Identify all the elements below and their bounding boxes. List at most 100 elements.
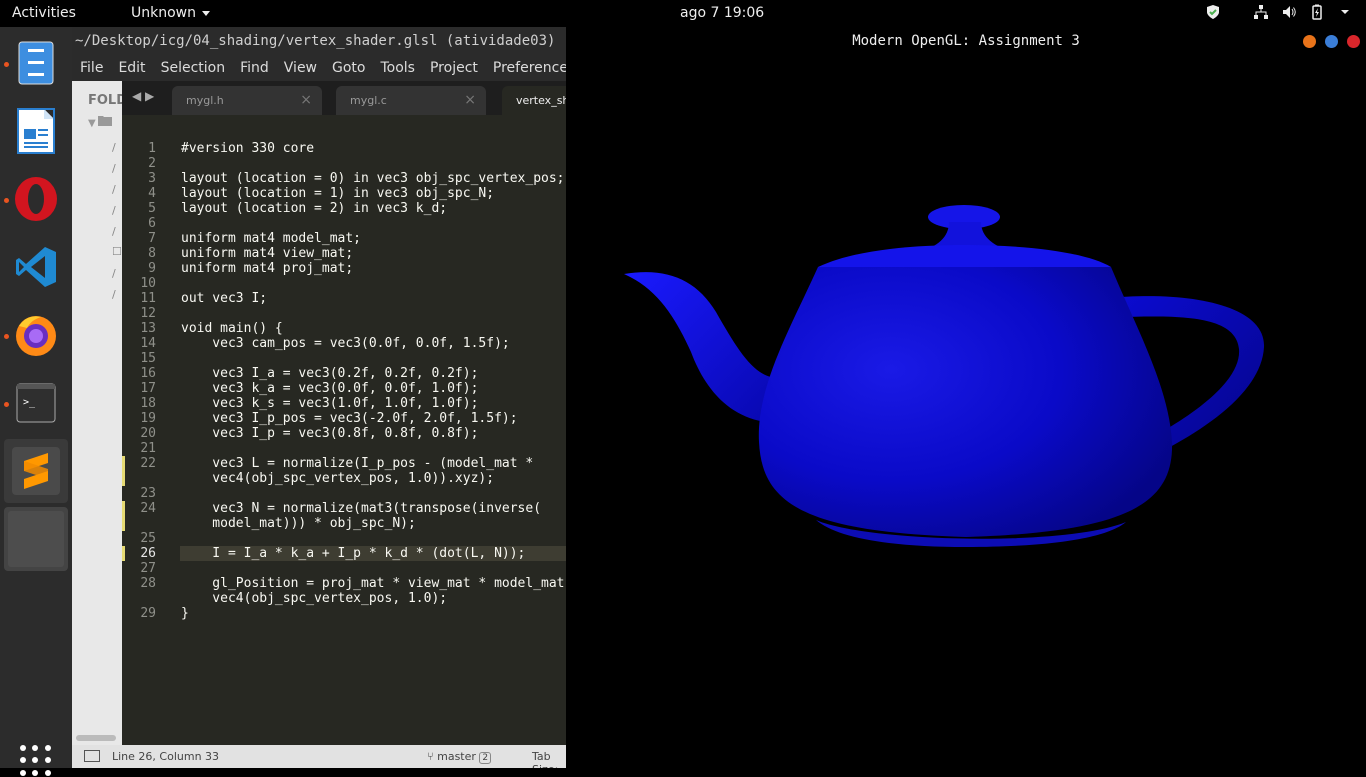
code-line[interactable]: layout (location = 1) in vec3 obj_spc_N; (181, 186, 494, 201)
line-number: 6 (148, 216, 156, 231)
show-apps-icon[interactable] (20, 745, 52, 777)
dock-opera[interactable] (4, 167, 68, 231)
volume-icon[interactable] (1280, 4, 1298, 22)
code-line[interactable]: vec3 I_p_pos = vec3(-2.0f, 2.0f, 1.5f); (181, 411, 517, 426)
shield-icon[interactable] (1204, 4, 1222, 22)
line-number: 26 (140, 546, 156, 561)
top-bar: Activities Unknown ago 7 19:06 (0, 0, 1366, 27)
dock-window-thumbnail[interactable] (4, 507, 68, 571)
git-branch[interactable]: ⑂ master 2 (427, 750, 492, 764)
code-line[interactable]: out vec3 I; (181, 291, 267, 306)
menu-view[interactable]: View (284, 55, 317, 81)
battery-icon[interactable] (1308, 4, 1326, 22)
terminal-icon: >_ (16, 383, 56, 423)
code-line[interactable]: } (181, 606, 189, 621)
sidebar: FOLDERS ▼ / / / / / ☐ / / (72, 81, 155, 745)
line-number: 7 (148, 231, 156, 246)
sidebar-item[interactable]: / (112, 183, 116, 196)
tab-mygl-c[interactable]: mygl.c × (336, 86, 486, 115)
code-line[interactable]: vec4(obj_spc_vertex_pos, 1.0); (181, 591, 447, 606)
code-line[interactable]: I = I_a * k_a + I_p * k_d * (dot(L, N)); (181, 546, 525, 561)
system-tray[interactable] (1204, 4, 1354, 22)
sidebar-item[interactable]: / (112, 162, 116, 175)
dock-sublime[interactable] (4, 439, 68, 503)
sidebar-item[interactable]: / (112, 225, 116, 238)
opengl-window: Modern OpenGL: Assignment 3 (566, 27, 1366, 768)
clock[interactable]: ago 7 19:06 (680, 5, 764, 21)
chevron-down-icon[interactable]: ▼ (88, 118, 96, 129)
cursor-position[interactable]: Line 26, Column 33 (112, 750, 219, 763)
dock-firefox[interactable] (4, 303, 68, 367)
sidebar-item[interactable]: / (112, 141, 116, 154)
window-title[interactable]: ~/Desktop/icg/04_shading/vertex_shader.g… (72, 27, 566, 55)
dock-terminal[interactable]: >_ (4, 371, 68, 435)
line-number: 23 (140, 486, 156, 501)
tab-size[interactable]: Tab Size: 4 (532, 750, 566, 768)
tab-label: mygl.c (350, 94, 387, 107)
chevron-down-icon[interactable] (1336, 4, 1354, 22)
chevron-down-icon (202, 10, 210, 16)
code-line[interactable]: vec3 k_a = vec3(0.0f, 0.0f, 1.0f); (181, 381, 478, 396)
code-line[interactable]: uniform mat4 model_mat; (181, 231, 361, 246)
tab-nav-arrows[interactable]: ◀ ▶ (132, 89, 154, 103)
line-number: 25 (140, 531, 156, 546)
code-line[interactable]: layout (location = 2) in vec3 k_d; (181, 201, 447, 216)
menu-selection[interactable]: Selection (161, 55, 226, 81)
network-icon[interactable] (1252, 4, 1270, 22)
menu-tools[interactable]: Tools (380, 55, 415, 81)
tab-bar: ◀ ▶ mygl.h × mygl.c × vertex_shader.glsl (122, 81, 566, 115)
sidebar-item[interactable]: / (112, 204, 116, 217)
close-icon[interactable]: × (300, 86, 312, 115)
sidebar-item[interactable]: / (112, 267, 116, 280)
dock-files[interactable] (4, 31, 68, 95)
menu-file[interactable]: File (80, 55, 103, 81)
line-number: 4 (148, 186, 156, 201)
code-line[interactable]: vec3 I_p = vec3(0.8f, 0.8f, 0.8f); (181, 426, 478, 441)
app-menu[interactable]: Unknown (131, 5, 210, 21)
line-number: 20 (140, 426, 156, 441)
code-line[interactable]: model_mat))) * obj_spc_N); (181, 516, 416, 531)
code-line[interactable]: vec3 L = normalize(I_p_pos - (model_mat … (181, 456, 533, 471)
code-line[interactable]: gl_Position = proj_mat * view_mat * mode… (181, 576, 566, 591)
sidebar-item[interactable]: / (112, 288, 116, 301)
vscode-icon (16, 247, 56, 287)
sublime-icon (12, 447, 60, 495)
menu-goto[interactable]: Goto (332, 55, 365, 81)
menu-edit[interactable]: Edit (118, 55, 145, 81)
line-number: 24 (140, 501, 156, 516)
code-line[interactable]: vec4(obj_spc_vertex_pos, 1.0)).xyz); (181, 471, 494, 486)
code-line[interactable]: layout (location = 0) in vec3 obj_spc_ve… (181, 171, 565, 186)
sidebar-scrollbar[interactable] (76, 735, 116, 741)
teapot (624, 205, 1265, 547)
menu-bar: File Edit Selection Find View Goto Tools… (72, 55, 566, 81)
menu-project[interactable]: Project (430, 55, 478, 81)
app-menu-label: Unknown (131, 5, 196, 21)
render-canvas[interactable] (566, 27, 1366, 768)
line-number: 21 (140, 441, 156, 456)
branch-name: master (437, 750, 476, 763)
line-number: 12 (140, 306, 156, 321)
tray-spacer (1232, 4, 1242, 22)
code-line[interactable]: void main() { (181, 321, 283, 336)
sidebar-item[interactable]: ☐ (112, 245, 122, 258)
line-number: 3 (148, 171, 156, 186)
code-line[interactable]: uniform mat4 proj_mat; (181, 261, 353, 276)
activities-button[interactable]: Activities (12, 5, 76, 21)
folder-icon (98, 115, 112, 129)
menu-find[interactable]: Find (240, 55, 269, 81)
close-icon[interactable]: × (464, 86, 476, 115)
dock-vscode[interactable] (4, 235, 68, 299)
code-line[interactable]: vec3 N = normalize(mat3(transpose(invers… (181, 501, 541, 516)
code-line[interactable]: uniform mat4 view_mat; (181, 246, 353, 261)
monitor-icon[interactable] (84, 750, 100, 762)
menu-preferences[interactable]: Preferences (493, 55, 566, 81)
tab-mygl-h[interactable]: mygl.h × (172, 86, 322, 115)
dock-writer[interactable] (4, 99, 68, 163)
tab-vertex-shader[interactable]: vertex_shader.glsl (502, 86, 566, 115)
code-line[interactable]: #version 330 core (181, 141, 314, 156)
code-line[interactable]: vec3 I_a = vec3(0.2f, 0.2f, 0.2f); (181, 366, 478, 381)
files-icon (18, 41, 54, 85)
code-area[interactable]: #version 330 core layout (location = 0) i… (180, 115, 566, 745)
code-line[interactable]: vec3 k_s = vec3(1.0f, 1.0f, 1.0f); (181, 396, 478, 411)
code-line[interactable]: vec3 cam_pos = vec3(0.0f, 0.0f, 1.5f); (181, 336, 509, 351)
